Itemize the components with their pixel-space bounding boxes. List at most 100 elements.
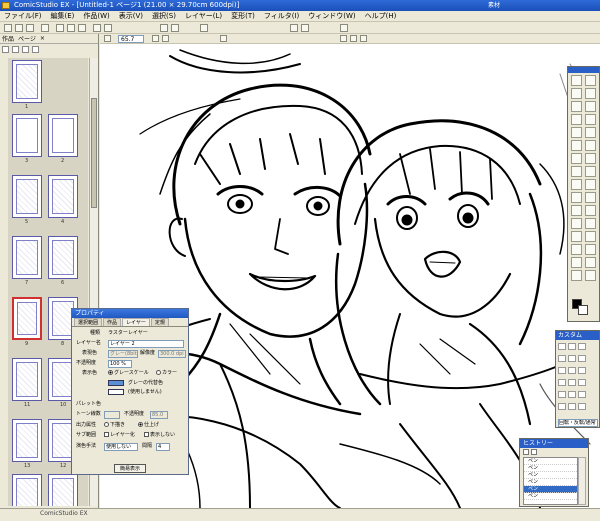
page-thumb-13[interactable]	[12, 419, 42, 462]
history-redo-icon[interactable]	[531, 449, 537, 455]
layer-select-icon[interactable]	[584, 114, 596, 125]
rotate-left-icon[interactable]	[152, 35, 159, 42]
page-thumb-14[interactable]	[12, 474, 42, 506]
tab-page[interactable]: ページ	[18, 34, 36, 43]
option-icon[interactable]	[568, 379, 576, 386]
misc-tool-icon[interactable]	[584, 270, 596, 281]
balloon-tool-icon[interactable]	[584, 205, 596, 216]
pen-tool-icon[interactable]	[571, 127, 582, 138]
history-undo-icon[interactable]	[523, 449, 529, 455]
page-thumb-7[interactable]	[12, 236, 42, 279]
smudge-tool-icon[interactable]	[584, 244, 596, 255]
option-icon[interactable]	[558, 367, 566, 374]
finish-radio[interactable]: 仕上げ	[138, 421, 159, 430]
option-icon[interactable]	[568, 343, 576, 350]
close-icon[interactable]: ×	[40, 35, 45, 42]
perspective-tool-icon[interactable]	[571, 257, 582, 268]
option-icon[interactable]	[558, 403, 566, 410]
layer-visible-icon[interactable]	[360, 35, 367, 42]
option-icon[interactable]	[558, 343, 566, 350]
tool-options-title[interactable]: カスタム	[556, 331, 599, 340]
line-tool-icon[interactable]	[571, 166, 582, 177]
wand-tool-icon[interactable]	[571, 114, 582, 125]
material-palette-title[interactable]: 素材	[488, 0, 500, 11]
history-scrollbar[interactable]	[578, 457, 586, 505]
menu-filter[interactable]: フィルタ(I)	[264, 11, 299, 21]
move-tool-icon[interactable]	[571, 75, 582, 86]
frame-tool-icon[interactable]	[571, 218, 582, 229]
fit-icon[interactable]	[200, 24, 208, 32]
select-tool-icon[interactable]	[571, 101, 582, 112]
mode-select[interactable]: 使用しない	[104, 443, 138, 451]
layerize-checkbox[interactable]: レイヤー化	[104, 431, 135, 440]
menu-transform[interactable]: 変形(T)	[231, 11, 255, 21]
zoom-out-icon[interactable]	[171, 24, 179, 32]
fill-tool-icon[interactable]	[571, 179, 582, 190]
ruler-icon[interactable]	[301, 24, 309, 32]
history-item[interactable]: ペン	[524, 479, 577, 486]
history-item[interactable]: ペン	[524, 465, 577, 472]
tone-tool-icon[interactable]	[571, 192, 582, 203]
flip-icon[interactable]	[220, 35, 227, 42]
history-item[interactable]: ペン	[524, 472, 577, 479]
page-new-icon[interactable]	[2, 46, 9, 53]
simple-view-button[interactable]: 簡易表示	[114, 464, 146, 473]
marker-tool-icon[interactable]	[571, 140, 582, 151]
option-icon[interactable]	[568, 355, 576, 362]
paste-icon[interactable]	[78, 24, 86, 32]
history-title[interactable]: ヒストリー	[520, 439, 588, 448]
page-thumb-9[interactable]	[12, 297, 42, 340]
open-icon[interactable]	[15, 24, 23, 32]
grid-icon[interactable]	[290, 24, 298, 32]
tab-work[interactable]: 作品	[103, 318, 122, 326]
eyedropper-tool-icon[interactable]	[571, 231, 582, 242]
option-icon[interactable]	[558, 355, 566, 362]
ruler-tool-icon[interactable]	[584, 218, 596, 229]
unused-color-swatch[interactable]	[108, 389, 124, 395]
substitute-color-swatch[interactable]	[108, 380, 124, 386]
option-icon[interactable]	[568, 391, 576, 398]
grayscale-radio[interactable]: グレースケール	[108, 369, 149, 378]
menu-file[interactable]: ファイル(F)	[4, 11, 42, 21]
menu-select[interactable]: 選択(S)	[152, 11, 176, 21]
menu-edit[interactable]: 編集(E)	[51, 11, 75, 21]
zoom-in-icon[interactable]	[160, 24, 168, 32]
option-icon[interactable]	[578, 403, 586, 410]
page-view-icon[interactable]	[32, 46, 39, 53]
menu-work[interactable]: 作品(W)	[83, 11, 109, 21]
page-thumb-3[interactable]	[12, 114, 42, 157]
shape-tool-icon[interactable]	[584, 166, 596, 177]
layer-name-field[interactable]: レイヤー 2	[108, 340, 184, 348]
blur-tool-icon[interactable]	[584, 231, 596, 242]
pattern-tool-icon[interactable]	[584, 192, 596, 203]
history-item[interactable]: ペン	[524, 458, 577, 465]
interval-field[interactable]: 4	[156, 443, 170, 451]
page-thumb-5[interactable]	[12, 175, 42, 218]
draft-radio[interactable]: 下描き	[104, 421, 125, 430]
option-icon[interactable]	[568, 403, 576, 410]
stamp-tool-icon[interactable]	[584, 257, 596, 268]
option-icon[interactable]	[578, 379, 586, 386]
page-thumb-11[interactable]	[12, 358, 42, 401]
hand-tool-icon[interactable]	[584, 75, 596, 86]
page-thumb-1[interactable]	[12, 60, 42, 103]
background-color[interactable]	[578, 305, 588, 315]
option-icon[interactable]	[568, 367, 576, 374]
gradient-tool-icon[interactable]	[584, 179, 596, 190]
option-icon[interactable]	[578, 391, 586, 398]
cut-icon[interactable]	[56, 24, 64, 32]
menu-help[interactable]: ヘルプ(H)	[365, 11, 397, 21]
rotate-tool-icon[interactable]	[584, 88, 596, 99]
tab-selection[interactable]: 選択範囲	[74, 318, 103, 326]
history-item[interactable]: ペン	[524, 493, 577, 500]
page-thumb-15[interactable]	[48, 474, 78, 506]
page-thumb-4[interactable]	[48, 175, 78, 218]
redo-icon[interactable]	[104, 24, 112, 32]
text-tool-icon[interactable]	[571, 205, 582, 216]
copy-icon[interactable]	[67, 24, 75, 32]
page-thumb-2[interactable]	[48, 114, 78, 157]
opacity-field[interactable]: 100 %	[108, 360, 132, 368]
history-item-selected[interactable]: ペン	[524, 486, 577, 493]
tab-work[interactable]: 作品	[2, 34, 14, 43]
eraser-tool-icon[interactable]	[584, 153, 596, 164]
